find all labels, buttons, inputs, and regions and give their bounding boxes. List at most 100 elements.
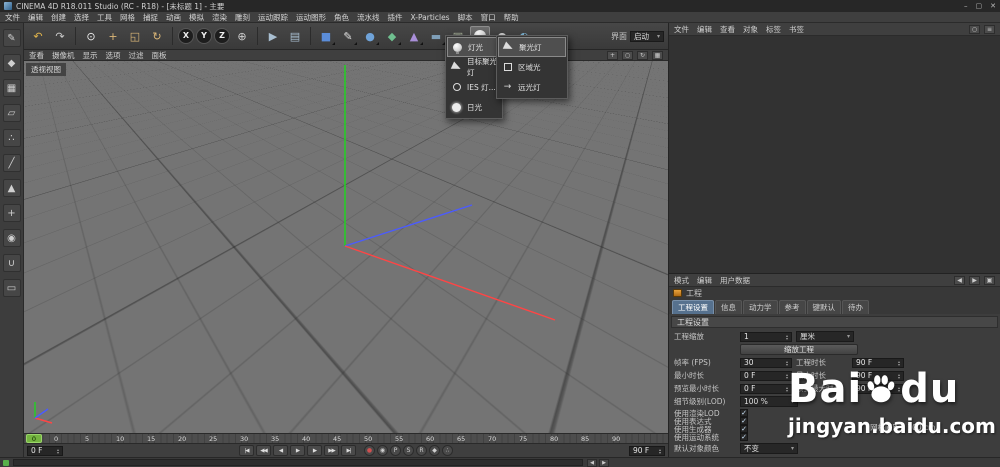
- menubar-item-10[interactable]: 渲染: [212, 12, 227, 23]
- checkbox-3[interactable]: ✓: [740, 425, 748, 433]
- layout-select[interactable]: 启动 ▾: [630, 31, 664, 42]
- record-pla-button[interactable]: ∴: [442, 445, 453, 456]
- spinner-icon[interactable]: [786, 386, 788, 392]
- viewport-menu-4[interactable]: 选项: [106, 50, 121, 61]
- target-spotlight-menu-item[interactable]: 目标聚光灯: [447, 57, 501, 77]
- menubar-item-20[interactable]: 帮助: [504, 12, 519, 23]
- attribute-manager-menu-3[interactable]: 用户数据: [720, 275, 750, 286]
- fps-field[interactable]: 30: [740, 358, 792, 368]
- menubar-item-11[interactable]: 雕刻: [235, 12, 250, 23]
- add-mograph-button[interactable]: ◆: [382, 26, 402, 46]
- add-spline-button[interactable]: ✎: [338, 26, 358, 46]
- points-mode-button[interactable]: ∴: [3, 129, 21, 147]
- record-parameter-button[interactable]: ◆: [429, 445, 440, 456]
- project-settings-section-header[interactable]: 工程设置: [671, 316, 998, 328]
- light-menu-item[interactable]: 灯光: [447, 37, 501, 57]
- spotlight-menu-item[interactable]: 聚光灯: [498, 37, 566, 57]
- history-forward-icon[interactable]: ▶: [969, 276, 980, 285]
- move-button[interactable]: +: [103, 26, 123, 46]
- infinite-light-menu-item[interactable]: 远光灯: [498, 77, 566, 97]
- viewport-solo-button[interactable]: ◉: [3, 229, 21, 247]
- object-manager-menu-1[interactable]: 文件: [674, 24, 689, 35]
- project-scale-field[interactable]: 1: [740, 332, 792, 342]
- lock-z-axis-button[interactable]: Z: [214, 28, 230, 44]
- attribute-manager-menu-2[interactable]: 编辑: [697, 275, 712, 286]
- rotate-button[interactable]: ↻: [147, 26, 167, 46]
- menubar-item-9[interactable]: 模拟: [189, 12, 204, 23]
- object-manager-list[interactable]: [669, 36, 1000, 274]
- edges-mode-button[interactable]: ╱: [3, 154, 21, 172]
- record-scale-button[interactable]: S: [403, 445, 414, 456]
- minimum-time-field[interactable]: 0 F: [740, 371, 792, 381]
- attribute-tab-6[interactable]: 待办: [842, 300, 869, 314]
- spinner-icon[interactable]: [659, 448, 661, 454]
- convert-editable-button[interactable]: ✎: [3, 29, 21, 47]
- spinner-icon[interactable]: [57, 448, 59, 454]
- previous-key-button[interactable]: ◀◀: [256, 445, 271, 456]
- viewport-menu-1[interactable]: 查看: [29, 50, 44, 61]
- minimize-button[interactable]: –: [964, 2, 968, 10]
- menubar-item-14[interactable]: 角色: [334, 12, 349, 23]
- spinner-icon[interactable]: [786, 360, 788, 366]
- next-frame-button[interactable]: ▶: [307, 445, 322, 456]
- lod-select[interactable]: 100 % ▾: [740, 396, 798, 407]
- undo-button[interactable]: ↶: [28, 26, 48, 46]
- autokey-button[interactable]: ◉: [377, 445, 388, 456]
- object-manager-menu-5[interactable]: 标签: [766, 24, 781, 35]
- rotate-view-icon[interactable]: ↻: [637, 51, 648, 60]
- spinner-icon[interactable]: [786, 334, 788, 340]
- redo-button[interactable]: ↷: [50, 26, 70, 46]
- menubar-item-4[interactable]: 选择: [74, 12, 89, 23]
- object-manager-menu-4[interactable]: 对象: [743, 24, 758, 35]
- filter-icon[interactable]: ≡: [984, 25, 995, 34]
- lock-y-axis-button[interactable]: Y: [196, 28, 212, 44]
- spinner-icon[interactable]: [898, 373, 900, 379]
- search-icon[interactable]: ○: [969, 25, 980, 34]
- attribute-manager-menu-1[interactable]: 模式: [674, 275, 689, 286]
- end-frame-field[interactable]: 90 F: [629, 446, 665, 456]
- maximize-button[interactable]: ▢: [976, 2, 983, 10]
- default-object-color-select[interactable]: 不变 ▾: [740, 443, 798, 454]
- attribute-tab-4[interactable]: 参考: [779, 300, 806, 314]
- menubar-item-2[interactable]: 编辑: [28, 12, 43, 23]
- play-button[interactable]: ▶: [290, 445, 305, 456]
- checkbox-2[interactable]: ✓: [740, 417, 748, 425]
- spinner-icon[interactable]: [786, 373, 788, 379]
- polygons-mode-button[interactable]: ▲: [3, 179, 21, 197]
- add-floor-button[interactable]: ▬: [426, 26, 446, 46]
- viewport-menu-3[interactable]: 显示: [83, 50, 98, 61]
- menubar-item-6[interactable]: 网格: [120, 12, 135, 23]
- ies-light-menu-item[interactable]: IES 灯...: [447, 77, 501, 97]
- spinner-icon[interactable]: [898, 360, 900, 366]
- menubar-item-5[interactable]: 工具: [97, 12, 112, 23]
- live-selection-button[interactable]: ⊙: [81, 26, 101, 46]
- next-key-button[interactable]: ▶▶: [324, 445, 339, 456]
- menubar-item-12[interactable]: 运动跟踪: [258, 12, 288, 23]
- add-cube-button[interactable]: ■: [316, 26, 336, 46]
- record-keyframe-button[interactable]: ●: [364, 445, 375, 456]
- viewport-menu-2[interactable]: 摄像机: [52, 50, 75, 61]
- maximum-time-field[interactable]: 90 F: [852, 371, 904, 381]
- pan-view-icon[interactable]: +: [607, 51, 618, 60]
- record-position-button[interactable]: P: [390, 445, 401, 456]
- timeline-playhead[interactable]: 0: [26, 434, 42, 443]
- add-subdivision-button[interactable]: ●: [360, 26, 380, 46]
- previous-frame-button[interactable]: ◀: [273, 445, 288, 456]
- menubar-item-1[interactable]: 文件: [5, 12, 20, 23]
- model-mode-button[interactable]: ◆: [3, 54, 21, 72]
- scale-button[interactable]: ◱: [125, 26, 145, 46]
- coordinate-system-button[interactable]: ⊕: [232, 26, 252, 46]
- lock-x-axis-button[interactable]: X: [178, 28, 194, 44]
- workplane-mode-button[interactable]: ▱: [3, 104, 21, 122]
- render-view-button[interactable]: ▶: [263, 26, 283, 46]
- menubar-item-15[interactable]: 流水线: [357, 12, 380, 23]
- timeline-ruler[interactable]: 0 051015202530354045505560657075808590: [24, 433, 668, 443]
- viewport-menu-5[interactable]: 过滤: [129, 50, 144, 61]
- project-scale-unit-select[interactable]: 厘米 ▾: [796, 331, 854, 342]
- menubar-item-8[interactable]: 动画: [166, 12, 181, 23]
- menubar-item-19[interactable]: 窗口: [481, 12, 496, 23]
- attribute-tab-3[interactable]: 动力学: [743, 300, 778, 314]
- goto-start-button[interactable]: |◀: [239, 445, 254, 456]
- render-settings-button[interactable]: ▤: [285, 26, 305, 46]
- next-message-button[interactable]: ▶: [599, 459, 609, 467]
